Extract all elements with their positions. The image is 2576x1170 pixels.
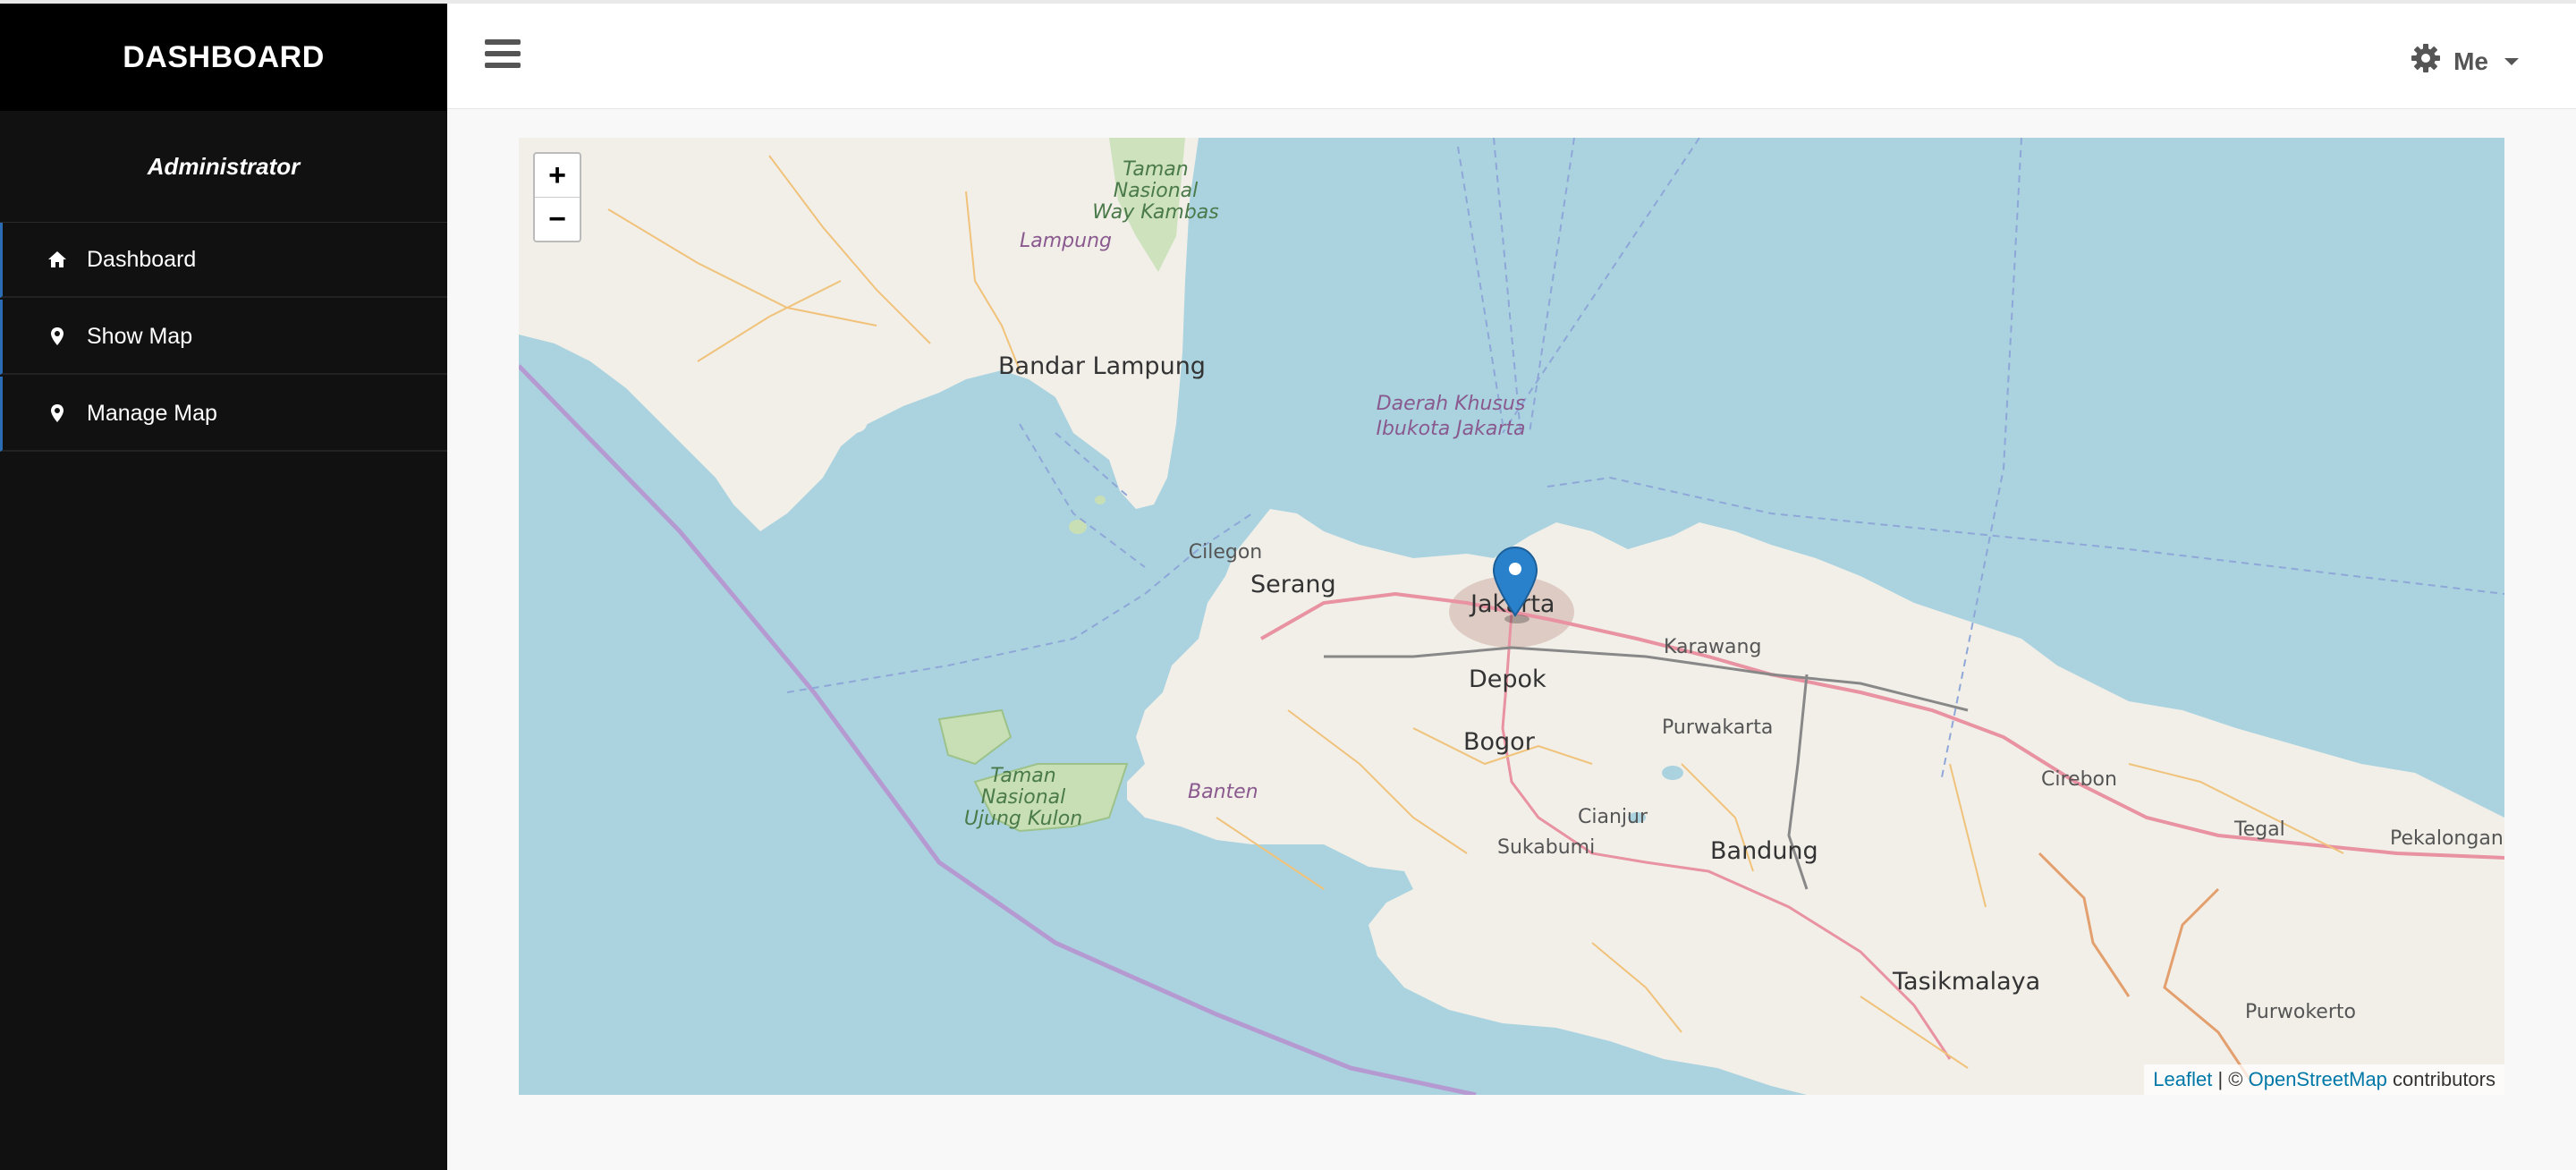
map-label-bandar-lampung: Bandar Lampung xyxy=(998,352,1206,380)
user-menu-label: Me xyxy=(2453,47,2488,75)
user-menu-toggle[interactable]: Me xyxy=(2411,43,2519,80)
map-label-cilegon: Cilegon xyxy=(1189,541,1263,564)
sidebar-item-manage-map[interactable]: Manage Map xyxy=(0,377,447,452)
leaflet-link[interactable]: Leaflet xyxy=(2153,1068,2212,1090)
map-label-purwakarta: Purwakarta xyxy=(1662,716,1773,739)
sidebar-item-show-map[interactable]: Show Map xyxy=(0,300,447,375)
home-icon xyxy=(47,250,67,269)
sidebar-item-dashboard[interactable]: Dashboard xyxy=(0,223,447,298)
map-label: Taman xyxy=(1123,158,1188,181)
map-label-cirebon: Cirebon xyxy=(2041,768,2117,791)
map-label: Daerah Khusus xyxy=(1377,393,1526,415)
map-marker-icon xyxy=(47,403,67,423)
map-label-sukabumi: Sukabumi xyxy=(1497,836,1595,859)
top-navbar: Me xyxy=(447,4,2576,109)
user-role: Administrator xyxy=(0,111,447,223)
sidebar-item-label: Dashboard xyxy=(87,246,197,272)
sidebar-brand[interactable]: DASHBOARD xyxy=(0,4,447,111)
map-label-lampung: Lampung xyxy=(1020,230,1112,252)
map-label: Ibukota Jakarta xyxy=(1376,418,1525,440)
map-label-banten: Banten xyxy=(1188,781,1258,803)
map-label-serang: Serang xyxy=(1250,571,1336,598)
caret-down-icon xyxy=(2504,57,2519,65)
map-label: Way Kambas xyxy=(1092,201,1219,224)
map-label: Taman xyxy=(990,765,1055,787)
hamburger-icon[interactable] xyxy=(485,39,521,72)
map-label-depok: Depok xyxy=(1469,666,1546,693)
map-label-tasikmalaya: Tasikmalaya xyxy=(1892,968,2040,996)
zoom-control: + − xyxy=(533,152,581,242)
attribution-separator: | © xyxy=(2217,1068,2243,1090)
attribution-suffix: contributors xyxy=(2393,1068,2496,1090)
sidebar-item-label: Manage Map xyxy=(87,400,217,426)
sidebar-item-label: Show Map xyxy=(87,323,193,349)
map-tiles: Taman Nasional Way Kambas Lampung Daerah K… xyxy=(519,138,2504,1095)
map-label-tegal: Tegal xyxy=(2233,818,2285,841)
map-label-bogor: Bogor xyxy=(1463,728,1536,756)
map-label-pekalongan: Pekalongan xyxy=(2390,827,2504,850)
brand-title[interactable]: DASHBOARD xyxy=(123,40,325,75)
sidebar: DASHBOARD Administrator Dashboard Show M… xyxy=(0,4,447,1170)
map-attribution: Leaflet | © OpenStreetMap contributors xyxy=(2144,1064,2504,1095)
gear-icon xyxy=(2411,43,2441,80)
zoom-out-button[interactable]: − xyxy=(535,197,580,241)
map-label-karawang: Karawang xyxy=(1664,636,1761,658)
map-label-bandung: Bandung xyxy=(1710,837,1818,865)
map-label: Nasional xyxy=(1114,180,1199,202)
map-label-purwokerto: Purwokerto xyxy=(2245,1001,2356,1023)
map-label-cianjur: Cianjur xyxy=(1578,806,1648,828)
leaflet-map[interactable]: Taman Nasional Way Kambas Lampung Daerah K… xyxy=(519,138,2504,1095)
openstreetmap-link[interactable]: OpenStreetMap xyxy=(2249,1068,2387,1090)
zoom-in-button[interactable]: + xyxy=(535,154,580,197)
map-label: Nasional xyxy=(981,786,1066,809)
map-label: Ujung Kulon xyxy=(964,808,1082,830)
map-marker-icon xyxy=(47,326,67,346)
